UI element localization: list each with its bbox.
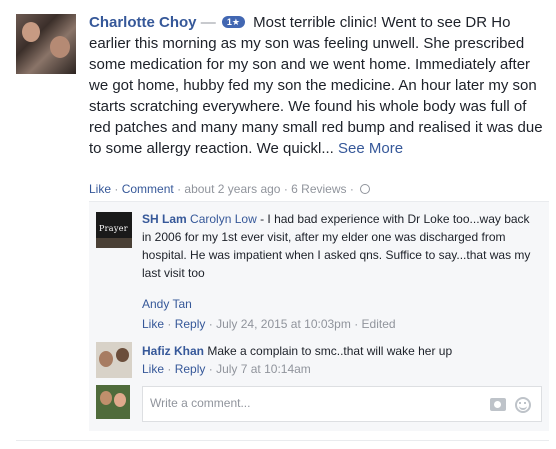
comment-1-actions: Like · Reply · July 24, 2015 at 10:03pm … — [142, 315, 396, 333]
mention-link-andy-tan[interactable]: Andy Tan — [142, 295, 192, 313]
review-timestamp[interactable]: about 2 years ago — [184, 182, 280, 196]
comment-like-link[interactable]: Like — [142, 317, 164, 331]
comment-timestamp[interactable]: July 24, 2015 at 10:03pm — [216, 317, 351, 331]
mention-link[interactable]: Carolyn Low — [190, 212, 257, 226]
comment-1: SH Lam Carolyn Low - I had bad experienc… — [142, 210, 542, 282]
comment-timestamp[interactable]: July 7 at 10:14am — [216, 362, 311, 376]
emoji-icon[interactable] — [515, 397, 531, 413]
comment-author-link[interactable]: Hafiz Khan — [142, 344, 204, 358]
separator: · — [114, 182, 119, 196]
current-user-avatar — [96, 385, 130, 419]
avatar-caption: Prayer — [99, 224, 128, 233]
separator: · — [167, 362, 175, 376]
see-more-link[interactable]: See More — [338, 140, 403, 157]
rating-badge: 1★ — [221, 16, 245, 28]
commenter-avatar-hafiz-khan[interactable] — [96, 342, 132, 378]
comment-input[interactable] — [150, 396, 470, 410]
comment-composer[interactable] — [142, 386, 542, 422]
comment-text: Make a complain to smc..that will wake h… — [207, 344, 453, 358]
separator: · — [177, 182, 182, 196]
comments-section: Prayer SH Lam Carolyn Low - I had bad ex… — [89, 201, 549, 431]
separator: · — [354, 317, 362, 331]
separator: · — [349, 182, 354, 196]
comment-reply-link[interactable]: Reply — [175, 362, 206, 376]
comment-author-link[interactable]: SH Lam — [142, 212, 187, 226]
reviewer-avatar[interactable] — [16, 14, 76, 74]
reviews-count-link[interactable]: 6 Reviews — [291, 182, 346, 196]
like-link[interactable]: Like — [89, 182, 111, 196]
comment-reply-link[interactable]: Reply — [175, 317, 206, 331]
edited-link[interactable]: Edited — [362, 317, 396, 331]
separator: · — [208, 362, 217, 376]
camera-icon[interactable] — [490, 398, 506, 411]
comment-like-link[interactable]: Like — [142, 362, 164, 376]
review-body: Charlotte Choy — 1★ Most terrible clinic… — [89, 12, 551, 159]
review-post: Charlotte Choy — 1★ Most terrible clinic… — [0, 0, 556, 449]
separator: · — [208, 317, 217, 331]
review-author-link[interactable]: Charlotte Choy — [89, 14, 197, 31]
review-actions: Like · Comment · about 2 years ago · 6 R… — [89, 180, 371, 198]
divider — [16, 440, 549, 441]
author-separator: — — [200, 14, 216, 31]
comment-2: Hafiz Khan Make a complain to smc..that … — [142, 342, 542, 360]
comment-link[interactable]: Comment — [122, 182, 174, 196]
separator: · — [283, 182, 288, 196]
separator: · — [167, 317, 175, 331]
comment-2-actions: Like · Reply · July 7 at 10:14am — [142, 360, 311, 378]
globe-icon — [360, 184, 371, 194]
review-text: Most terrible clinic! Went to see DR Ho … — [89, 14, 543, 157]
commenter-avatar-sh-lam[interactable]: Prayer — [96, 212, 132, 248]
